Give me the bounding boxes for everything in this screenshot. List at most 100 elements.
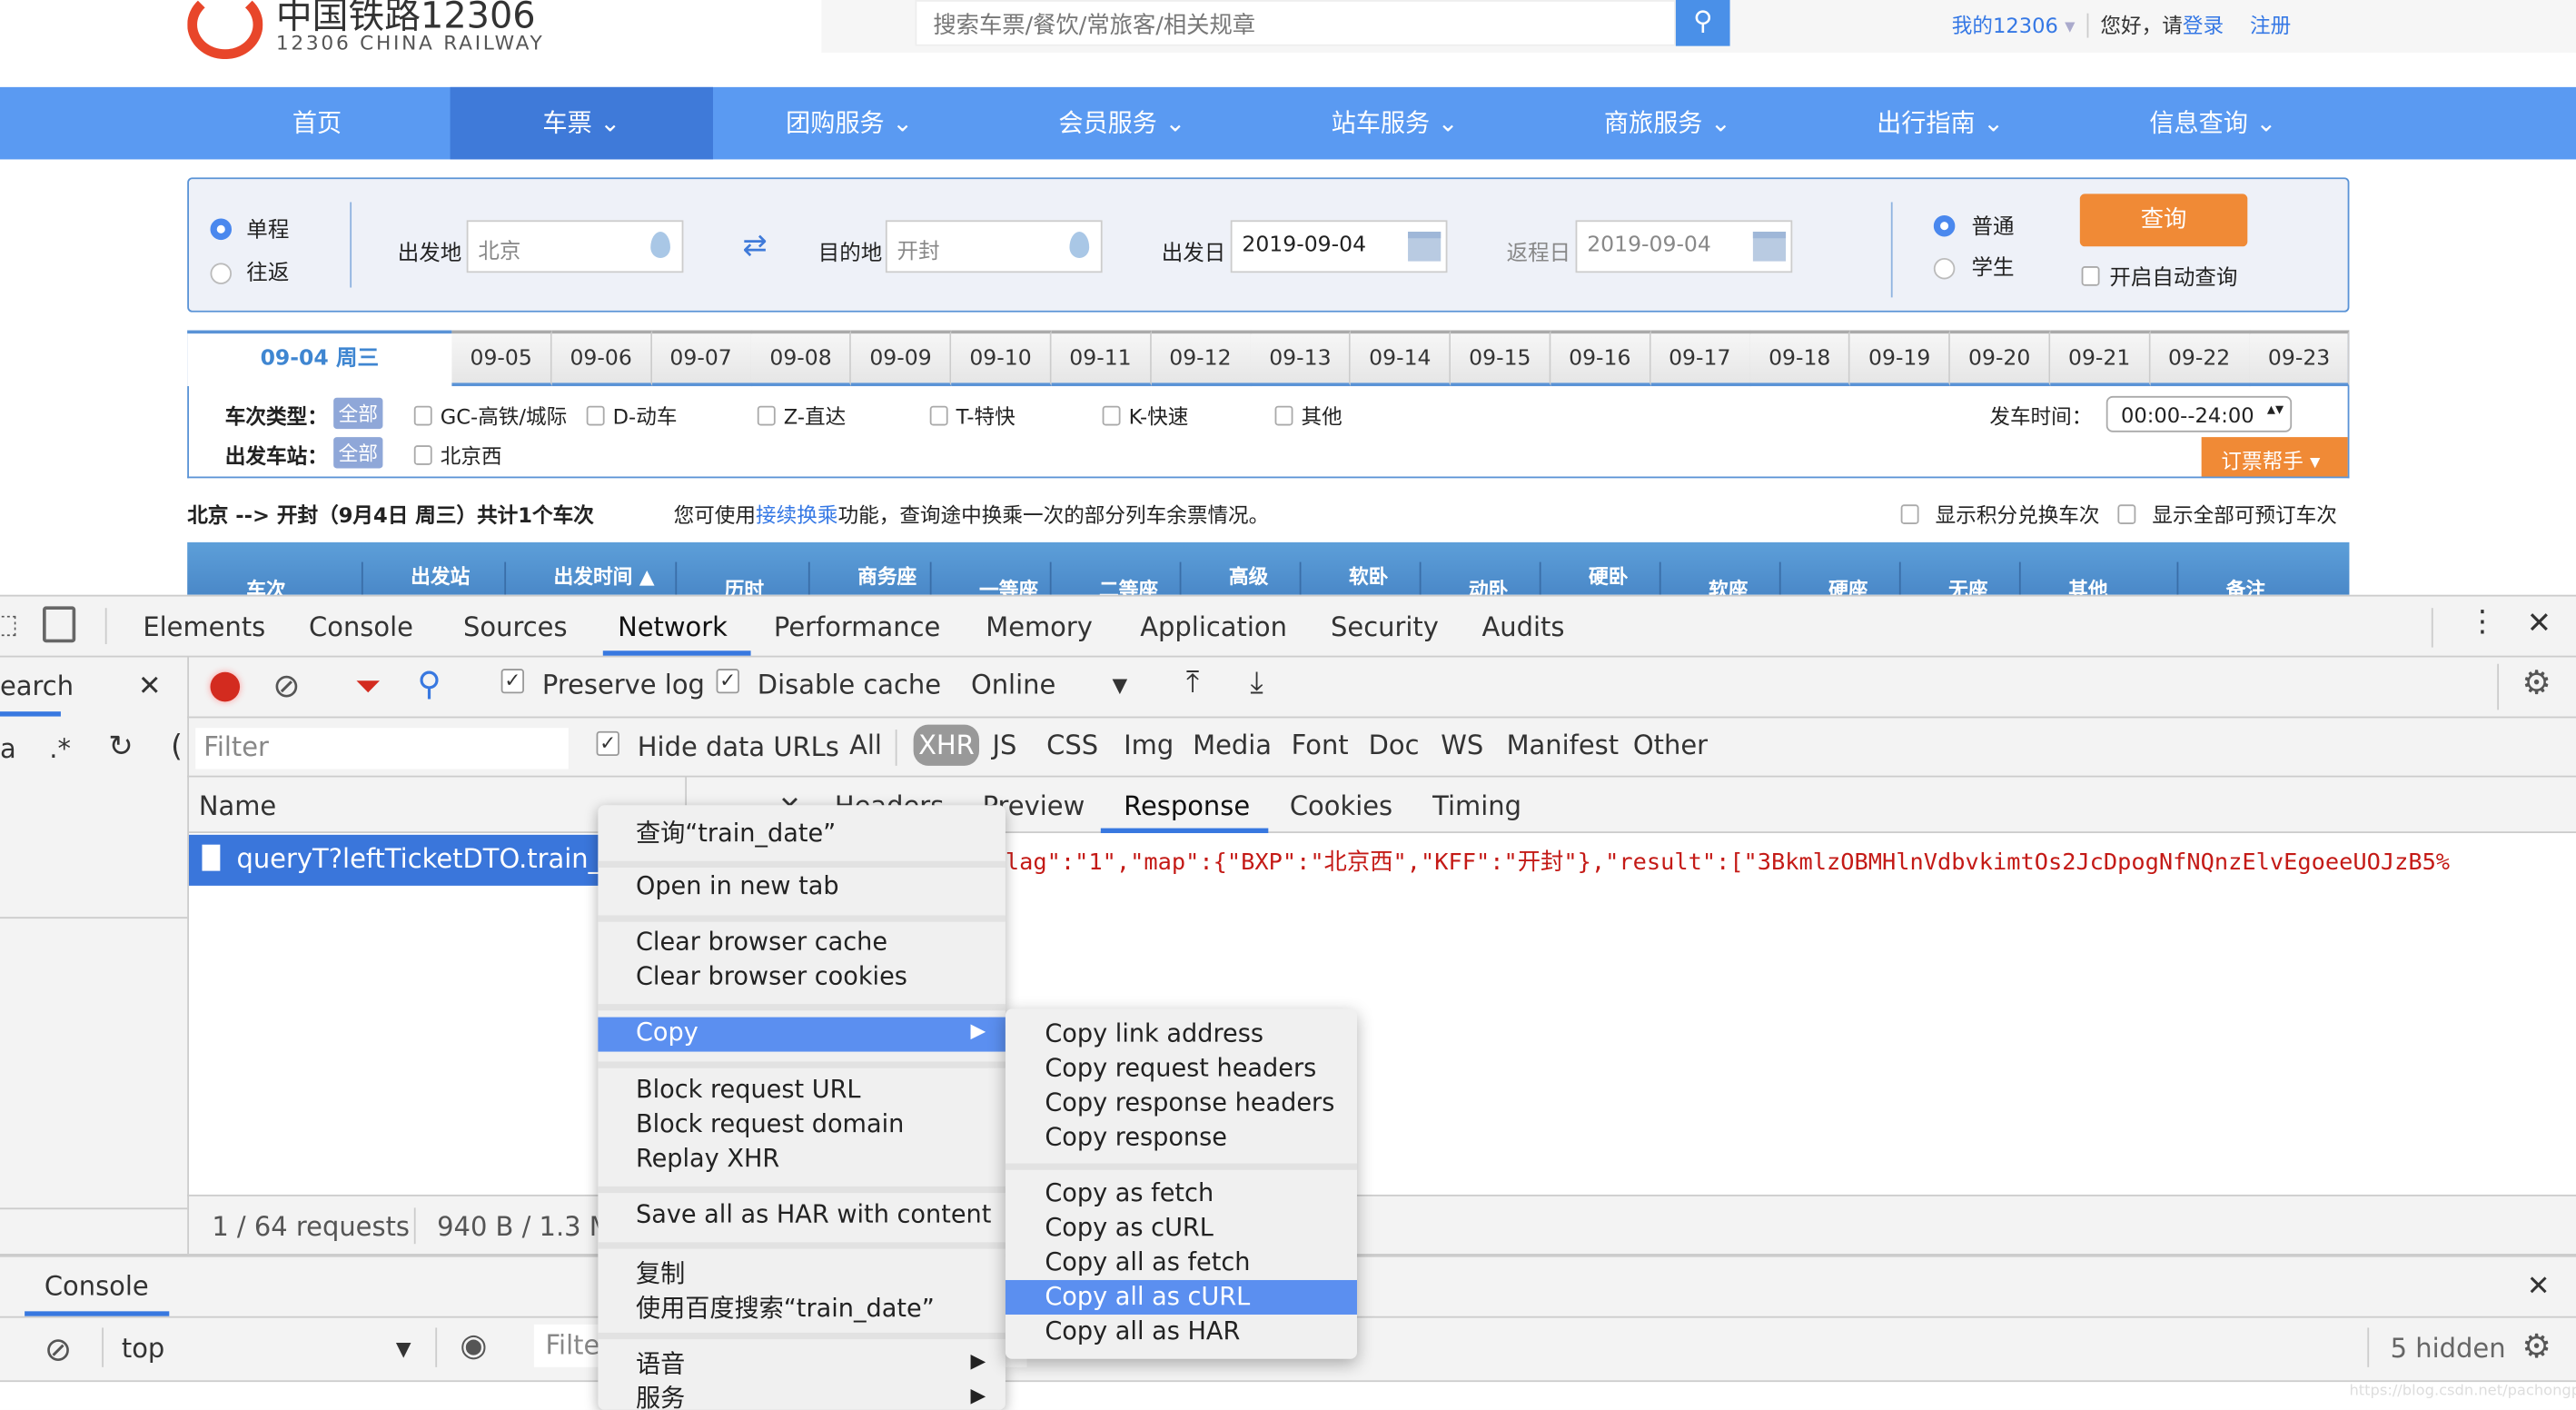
search-icon[interactable]: ⚲ bbox=[417, 664, 441, 703]
date-tab[interactable]: 09-22 bbox=[2149, 330, 2251, 387]
type-filter-doc[interactable]: Doc bbox=[1369, 730, 1420, 760]
menu-item-search-train-date[interactable]: 查询“train_date” bbox=[636, 815, 836, 849]
train-type-all[interactable]: 全部 bbox=[333, 397, 383, 430]
preserve-log-checkbox[interactable]: ✓ bbox=[500, 669, 524, 694]
console-settings-gear-icon[interactable]: ⚙ bbox=[2522, 1326, 2551, 1365]
date-tab[interactable]: 09-17 bbox=[1650, 330, 1751, 387]
menu-item-copy[interactable]: Copy ▶ bbox=[598, 1017, 1006, 1052]
menu-item-clear-cache[interactable]: Clear browser cache bbox=[636, 927, 887, 957]
devtools-tab-memory[interactable]: Memory bbox=[986, 611, 1093, 642]
type-filter-css[interactable]: CSS bbox=[1046, 730, 1098, 760]
menu-item-baidu-search[interactable]: 使用百度搜索“train_date” bbox=[636, 1290, 935, 1325]
detail-tab-response[interactable]: Response bbox=[1124, 790, 1250, 821]
date-tab[interactable]: 09-06 bbox=[551, 330, 652, 387]
nav-group[interactable]: 团购服务 ⌄ bbox=[713, 87, 986, 160]
nav-member[interactable]: 会员服务 ⌄ bbox=[986, 87, 1258, 160]
table-header-cell[interactable]: 出发站 bbox=[411, 562, 470, 591]
transfer-link[interactable]: 接续换乘 bbox=[756, 502, 837, 527]
type-filter-xhr[interactable]: XHR bbox=[913, 724, 980, 766]
copy-response-headers[interactable]: Copy response headers bbox=[1045, 1087, 1334, 1117]
menu-item-block-domain[interactable]: Block request domain bbox=[636, 1109, 904, 1139]
train-type-checkbox[interactable] bbox=[1274, 405, 1293, 426]
devtools-tab-performance[interactable]: Performance bbox=[774, 611, 940, 642]
nav-station[interactable]: 站车服务 ⌄ bbox=[1258, 87, 1531, 160]
menu-item-speech[interactable]: 语音 bbox=[636, 1345, 685, 1380]
date-tab[interactable]: 09-23 bbox=[2249, 330, 2351, 387]
copy-all-as-har[interactable]: Copy all as HAR bbox=[1045, 1316, 1240, 1346]
filter-input[interactable]: Filter bbox=[195, 728, 569, 770]
date-tab[interactable]: 09-19 bbox=[1849, 330, 1951, 387]
type-filter-all[interactable]: All bbox=[849, 730, 882, 760]
copy-all-as-curl[interactable]: Copy all as cURL bbox=[1005, 1279, 1357, 1315]
student-radio[interactable] bbox=[1933, 257, 1956, 280]
drawer-console-tab[interactable]: Console bbox=[45, 1270, 149, 1301]
depart-time-select[interactable]: 00:00--24:00 ▴▾ bbox=[2105, 395, 2293, 432]
train-type-checkbox[interactable] bbox=[413, 405, 432, 426]
date-tab[interactable]: 09-20 bbox=[1949, 330, 2051, 387]
date-tab[interactable]: 09-09 bbox=[851, 330, 952, 387]
date-tab[interactable]: 09-11 bbox=[1051, 330, 1152, 387]
menu-item-save-har[interactable]: Save all as HAR with content bbox=[636, 1199, 991, 1229]
date-tab[interactable]: 09-12 bbox=[1151, 330, 1252, 387]
my12306-link[interactable]: 我的12306 bbox=[1952, 13, 2058, 37]
device-toggle-icon[interactable] bbox=[43, 606, 76, 643]
record-icon[interactable] bbox=[210, 671, 241, 702]
devtools-tab-security[interactable]: Security bbox=[1331, 611, 1439, 642]
filter-icon[interactable]: ⏷ bbox=[355, 666, 381, 705]
devtools-tab-sources[interactable]: Sources bbox=[463, 611, 567, 642]
settings-gear-icon[interactable]: ⚙ bbox=[2522, 662, 2551, 701]
nav-tickets[interactable]: 车票 ⌄ bbox=[450, 86, 713, 160]
name-column-header[interactable]: Name bbox=[199, 790, 276, 821]
station-all[interactable]: 全部 bbox=[333, 437, 383, 469]
type-filter-other[interactable]: Other bbox=[1633, 730, 1708, 760]
nav-info[interactable]: 信息查询 ⌄ bbox=[2076, 87, 2349, 160]
calendar-icon[interactable] bbox=[1752, 232, 1787, 262]
train-type-checkbox[interactable] bbox=[929, 405, 948, 426]
disable-cache-checkbox[interactable]: ✓ bbox=[716, 669, 739, 694]
type-filter-js[interactable]: JS bbox=[992, 730, 1016, 760]
points-checkbox[interactable] bbox=[1900, 504, 1919, 524]
table-header-cell[interactable]: 硬卧 bbox=[1589, 562, 1628, 591]
detail-tab-timing[interactable]: Timing bbox=[1432, 790, 1521, 821]
one-way-radio[interactable] bbox=[210, 218, 233, 241]
more-options-icon[interactable]: ⋮ bbox=[2468, 605, 2498, 640]
type-filter-font[interactable]: Font bbox=[1292, 730, 1349, 760]
nav-business[interactable]: 商旅服务 ⌄ bbox=[1531, 87, 1804, 160]
search-icon[interactable]: ⚲ bbox=[1675, 0, 1730, 46]
context-select[interactable]: top ▼ bbox=[122, 1333, 418, 1364]
booking-helper-button[interactable]: 订票帮手 ▾ bbox=[2201, 437, 2348, 477]
type-filter-ws[interactable]: WS bbox=[1441, 730, 1483, 760]
import-har-icon[interactable]: ⤒ bbox=[1186, 666, 1199, 700]
regex-icon[interactable]: .* bbox=[49, 733, 71, 764]
date-tab[interactable]: 09-14 bbox=[1351, 330, 1451, 387]
date-tab[interactable]: 09-15 bbox=[1451, 330, 1551, 387]
train-type-checkbox[interactable] bbox=[586, 405, 605, 426]
devtools-tab-audits[interactable]: Audits bbox=[1481, 611, 1564, 642]
copy-as-curl[interactable]: Copy as cURL bbox=[1045, 1213, 1214, 1243]
date-tab[interactable]: 09-21 bbox=[2049, 330, 2151, 387]
normal-radio[interactable] bbox=[1933, 214, 1956, 237]
menu-item-open-new-tab[interactable]: Open in new tab bbox=[636, 871, 839, 901]
date-tab[interactable]: 09-18 bbox=[1749, 330, 1851, 387]
inspect-icon[interactable]: ⬚ bbox=[0, 608, 18, 639]
throttle-select[interactable]: Online ▼ bbox=[971, 669, 1135, 700]
close-devtools-icon[interactable]: ✕ bbox=[2527, 606, 2551, 640]
clear-icon[interactable]: ( bbox=[171, 730, 183, 764]
copy-link-address[interactable]: Copy link address bbox=[1045, 1018, 1263, 1048]
menu-item-copy-cn[interactable]: 复制 bbox=[636, 1256, 685, 1290]
query-button[interactable]: 查询 bbox=[2079, 194, 2248, 247]
search-tab[interactable]: earch bbox=[0, 670, 74, 701]
all-bookable-checkbox[interactable] bbox=[2117, 504, 2136, 524]
train-type-checkbox[interactable] bbox=[757, 405, 776, 426]
date-tab[interactable]: 09-07 bbox=[651, 330, 752, 387]
menu-item-replay-xhr[interactable]: Replay XHR bbox=[636, 1144, 779, 1174]
date-tab[interactable]: 09-16 bbox=[1551, 330, 1651, 387]
menu-item-block-url[interactable]: Block request URL bbox=[636, 1075, 861, 1105]
login-link[interactable]: 登录 bbox=[2183, 13, 2224, 37]
menu-item-clear-cookies[interactable]: Clear browser cookies bbox=[636, 961, 907, 991]
clear-console-icon[interactable]: ⊘ bbox=[45, 1329, 72, 1368]
copy-request-headers[interactable]: Copy request headers bbox=[1045, 1053, 1316, 1083]
nav-guide[interactable]: 出行指南 ⌄ bbox=[1804, 87, 2076, 160]
date-tab[interactable]: 09-10 bbox=[951, 330, 1052, 387]
refresh-icon[interactable]: ↻ bbox=[108, 730, 133, 764]
